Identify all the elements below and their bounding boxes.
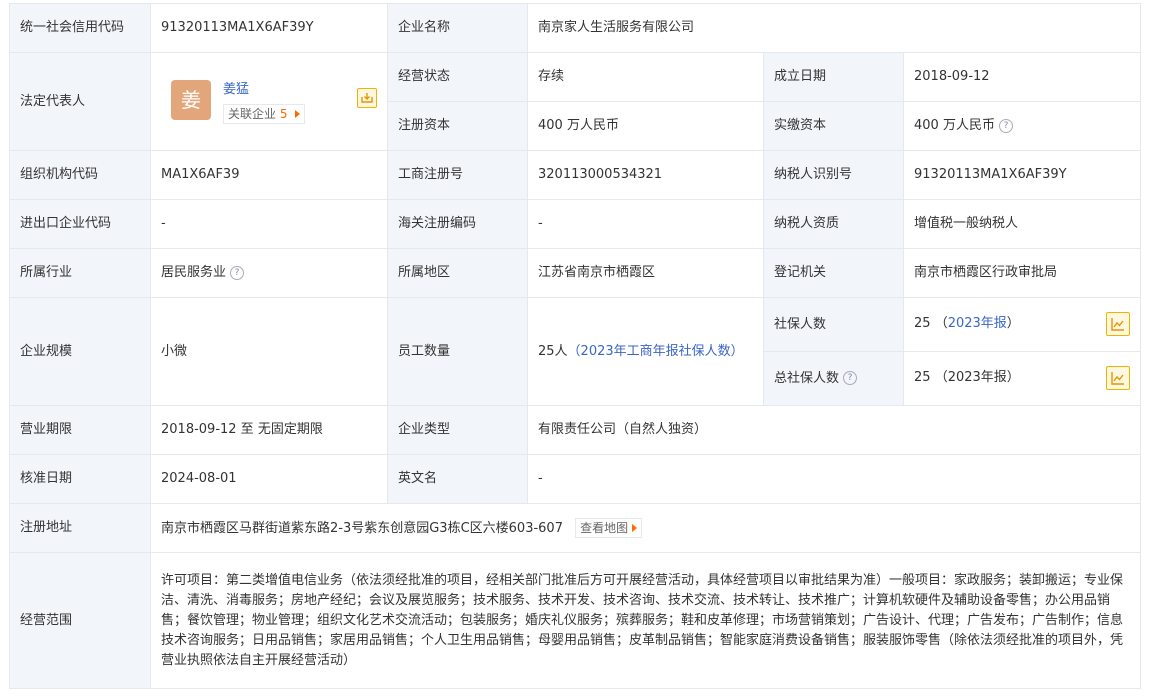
- term-value: 2018-09-12 至 无固定期限: [150, 405, 388, 455]
- legal-rep-name-link[interactable]: 姜猛: [223, 80, 249, 100]
- taxpayer-id-value: 91320113MA1X6AF39Y: [902, 150, 1142, 200]
- term-label: 营业期限: [9, 405, 151, 455]
- reg-capital-label: 注册资本: [387, 101, 528, 151]
- social-ins-cell: 25 （2023年报）: [902, 297, 1142, 352]
- table-row: 法定代表人 姜 姜猛 关联企业 5 经营状态 存续 成立日期 2018-09-1…: [9, 52, 1142, 151]
- scope-value: 许可项目：第二类增值电信业务（依法须经批准的项目，经相关部门批准后方可开展经营活…: [149, 552, 1142, 689]
- org-code-value: MA1X6AF39: [150, 150, 388, 200]
- company-info-table: 统一社会信用代码 91320113MA1X6AF39Y 企业名称 南京家人生活服…: [9, 3, 1142, 689]
- industry-cell: 居民服务业?: [150, 248, 388, 298]
- caret-right-icon: [632, 524, 638, 532]
- industry-value: 居民服务业: [161, 265, 227, 280]
- credit-code-value: 91320113MA1X6AF39Y: [150, 3, 388, 53]
- staff-value: 25人: [538, 343, 568, 359]
- company-name-value: 南京家人生活服务有限公司: [526, 3, 1142, 53]
- total-social-ins-label: 总社保人数: [774, 370, 840, 386]
- industry-label: 所属行业: [9, 248, 151, 298]
- total-social-ins-label-cell: 总社保人数?: [763, 351, 904, 406]
- legal-rep-label: 法定代表人: [9, 52, 151, 151]
- table-row: 营业期限 2018-09-12 至 无固定期限 企业类型 有限责任公司（自然人独…: [9, 405, 1142, 455]
- customs-label: 海关注册编码: [387, 199, 528, 249]
- question-circle-icon[interactable]: ?: [998, 118, 1013, 133]
- trend-chart-icon: [1111, 371, 1125, 385]
- related-companies-count: 5: [279, 106, 288, 121]
- region-label: 所属地区: [387, 248, 528, 298]
- taxpayer-qual-label: 纳税人资质: [763, 199, 904, 249]
- trend-chart-icon: [1111, 317, 1125, 331]
- social-ins-year-link[interactable]: 2023年报: [948, 316, 1007, 331]
- table-row: 进出口企业代码 - 海关注册编码 - 纳税人资质 增值税一般纳税人: [9, 199, 1142, 249]
- founded-value: 2018-09-12: [902, 52, 1142, 102]
- total-social-ins-value: 25: [914, 369, 931, 385]
- founded-label: 成立日期: [763, 52, 904, 102]
- credit-code-label: 统一社会信用代码: [9, 3, 151, 53]
- staff-note-link[interactable]: （2023年工商年报社保人数）: [568, 344, 744, 359]
- type-value: 有限责任公司（自然人独资）: [526, 405, 1142, 455]
- status-label: 经营状态: [387, 52, 528, 102]
- caret-right-icon: [295, 110, 301, 118]
- approved-label: 核准日期: [9, 454, 151, 504]
- paid-capital-value: 400 万人民币: [914, 118, 995, 133]
- region-value: 江苏省南京市栖霞区: [527, 248, 764, 298]
- import-export-value: -: [150, 199, 388, 249]
- approved-value: 2024-08-01: [150, 454, 388, 504]
- related-companies-button[interactable]: 关联企业 5: [223, 103, 306, 124]
- reg-capital-value: 400 万人民币: [527, 101, 764, 151]
- view-map-label: 查看地图: [580, 520, 629, 535]
- taxpayer-id-label: 纳税人识别号: [763, 150, 904, 200]
- table-row: 组织机构代码 MA1X6AF39 工商注册号 320113000534321 纳…: [9, 150, 1142, 200]
- paid-capital-cell: 400 万人民币?: [902, 101, 1142, 151]
- company-name-label: 企业名称: [387, 3, 528, 53]
- biz-reg-no-label: 工商注册号: [387, 150, 528, 200]
- table-row: 注册地址 南京市栖霞区马群街道紫东路2-3号紫东创意园G3栋C区六楼603-60…: [9, 503, 1142, 553]
- address-cell: 南京市栖霞区马群街道紫东路2-3号紫东创意园G3栋C区六楼603-607 查看地…: [149, 503, 1142, 553]
- table-row: 企业规模 小微 员工数量 25人（2023年工商年报社保人数） 社保人数 25 …: [9, 297, 1142, 406]
- biz-reg-no-value: 320113000534321: [527, 150, 764, 200]
- table-row: 所属行业 居民服务业? 所属地区 江苏省南京市栖霞区 登记机关 南京市栖霞区行政…: [9, 248, 1142, 298]
- customs-value: -: [527, 199, 764, 249]
- address-value: 南京市栖霞区马群街道紫东路2-3号紫东创意园G3栋C区六楼603-607: [161, 520, 563, 536]
- authority-value: 南京市栖霞区行政审批局: [902, 248, 1142, 298]
- related-companies-label: 关联企业: [228, 106, 277, 121]
- share-icon: [361, 92, 373, 103]
- taxpayer-qual-value: 增值税一般纳税人: [902, 199, 1142, 249]
- address-label: 注册地址: [9, 503, 151, 553]
- question-circle-icon[interactable]: ?: [843, 371, 858, 385]
- en-name-value: -: [526, 454, 1142, 504]
- type-label: 企业类型: [387, 405, 528, 455]
- question-circle-icon[interactable]: ?: [230, 265, 245, 280]
- legal-rep-cell: 姜 姜猛 关联企业 5: [150, 52, 388, 151]
- staff-label: 员工数量: [387, 297, 528, 406]
- status-value: 存续: [527, 52, 764, 102]
- total-social-ins-year: （2023年报）: [934, 369, 1020, 385]
- total-social-ins-cell: 25 （2023年报）: [902, 351, 1142, 406]
- share-button[interactable]: [357, 87, 377, 108]
- en-name-label: 英文名: [387, 454, 528, 504]
- social-ins-label: 社保人数: [763, 297, 904, 352]
- import-export-label: 进出口企业代码: [9, 199, 151, 249]
- scope-label: 经营范围: [9, 552, 151, 689]
- scale-value: 小微: [150, 297, 388, 406]
- social-ins-value: 25: [914, 315, 931, 331]
- org-code-label: 组织机构代码: [9, 150, 151, 200]
- table-row: 核准日期 2024-08-01 英文名 -: [9, 454, 1142, 504]
- social-ins-chart-button[interactable]: [1106, 311, 1131, 336]
- avatar: 姜: [171, 79, 211, 120]
- table-row: 统一社会信用代码 91320113MA1X6AF39Y 企业名称 南京家人生活服…: [9, 3, 1142, 53]
- total-social-ins-chart-button[interactable]: [1106, 365, 1131, 390]
- table-row: 经营范围 许可项目：第二类增值电信业务（依法须经批准的项目，经相关部门批准后方可…: [9, 552, 1142, 689]
- staff-cell: 25人（2023年工商年报社保人数）: [527, 297, 764, 406]
- paid-capital-label: 实缴资本: [763, 101, 904, 151]
- authority-label: 登记机关: [763, 248, 904, 298]
- view-map-button[interactable]: 查看地图: [575, 517, 643, 538]
- scale-label: 企业规模: [9, 297, 151, 406]
